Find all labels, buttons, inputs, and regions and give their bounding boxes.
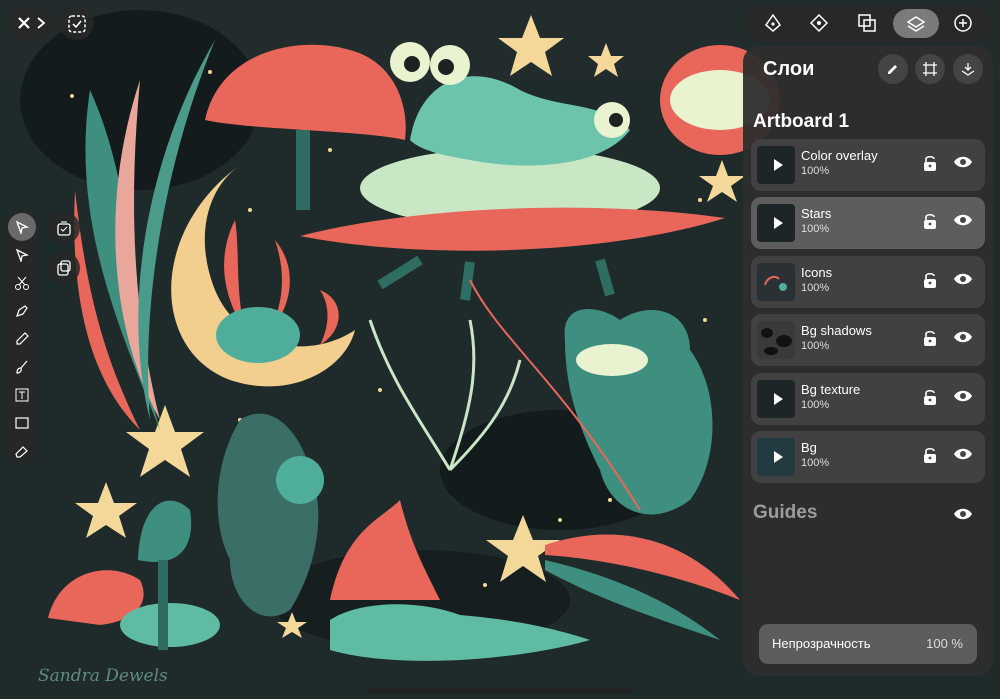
eye-icon[interactable] [953,389,973,403]
import-icon [961,63,975,76]
layer-thumbnail [757,321,795,359]
panel-title: Слои [763,58,815,80]
layer-row-stars[interactable]: Stars 100% [751,197,985,249]
layer-opacity: 100% [801,399,830,411]
checkbox-select-icon [65,12,89,36]
eye-icon[interactable] [953,330,973,344]
edit-button[interactable] [878,54,908,84]
layer-row-bg[interactable]: Bg 100% [751,431,985,483]
layer-opacity: 100% [801,165,830,177]
plus-circle-icon[interactable] [951,11,975,35]
layer-name: Stars [801,206,832,221]
opacity-slider[interactable]: Непрозрачность 100 % [759,624,977,664]
eye-icon[interactable] [953,447,973,461]
rectangle-icon[interactable] [10,411,34,435]
direct-select-icon[interactable] [10,243,34,267]
expand-triangle-icon[interactable] [774,451,783,463]
eraser-icon[interactable] [10,439,34,463]
mushroom [120,603,220,647]
edit-icon [888,65,897,74]
pen-nib-icon[interactable] [761,11,785,35]
lock-icon[interactable] [923,271,937,289]
layer-name: Bg shadows [801,323,872,338]
succulent [216,307,300,363]
layer-thumbnail [757,263,795,301]
guides-label: Guides [753,502,818,523]
eye-icon[interactable] [953,155,973,169]
duplicate-icon [52,216,76,240]
layer-row-icons[interactable]: Icons 100% [751,256,985,308]
eye-icon[interactable] [953,272,973,286]
layers-panel: Слои Artboard 1 Color overlay 100% Stars… [743,46,993,676]
layer-opacity: 100% [801,340,830,352]
artboard-icon [923,62,937,76]
layer-row-bg-shadows[interactable]: Bg shadows 100% [751,314,985,366]
brush-icon[interactable] [10,355,34,379]
select-button[interactable] [60,7,94,40]
expand-triangle-icon[interactable] [774,159,783,171]
layer-opacity: 100% [801,282,830,294]
layer-opacity: 100% [801,223,830,235]
pencil-icon[interactable] [10,327,34,351]
eye-icon[interactable] [953,213,973,227]
layer-name: Bg texture [801,382,861,397]
layers-button[interactable] [893,9,939,38]
lock-icon[interactable] [923,329,937,347]
pen-icon[interactable] [10,299,34,323]
layer-thumbnail [757,438,795,476]
lock-icon[interactable] [923,446,937,464]
duplicate-button[interactable] [48,212,80,244]
opacity-label: Непрозрачность [772,636,871,651]
layer-opacity: 100% [801,457,830,469]
lock-icon[interactable] [923,388,937,406]
expand-triangle-icon[interactable] [774,393,783,405]
component-icon[interactable] [807,11,831,35]
artboard-button[interactable] [915,54,945,84]
lock-icon[interactable] [923,212,937,230]
select-arrow-icon[interactable] [8,213,36,241]
opacity-value: 100 % [926,636,963,651]
layer-thumbnail [757,204,795,242]
layer-name: Icons [801,265,833,280]
boolean-icon[interactable] [855,11,879,35]
copy-style-icon [52,256,76,280]
chevron-right-icon[interactable] [32,11,50,35]
home-indicator[interactable] [368,688,632,693]
expand-triangle-icon[interactable] [774,217,783,229]
mushroom-stem [296,130,310,210]
guides-eye-icon[interactable] [953,507,973,521]
scissors-icon[interactable] [10,271,34,295]
layer-row-color-overlay[interactable]: Color overlay 100% [751,139,985,191]
layer-name: Color overlay [801,148,878,163]
layer-name: Bg [801,440,817,455]
import-button[interactable] [953,54,983,84]
layer-row-bg-texture[interactable]: Bg texture 100% [751,373,985,425]
layer-thumbnail [757,380,795,418]
layer-thumbnail [757,146,795,184]
artboard-name: Artboard 1 [753,111,850,132]
close-expand-pill [7,7,54,40]
lock-icon[interactable] [923,154,937,172]
artist-signature: Sandra Dewels [38,666,168,686]
left-toolbar [6,209,38,465]
text-icon[interactable] [10,383,34,407]
layers-icon [906,15,926,32]
copy-style-button[interactable] [48,252,80,284]
top-toolbar [743,6,993,41]
